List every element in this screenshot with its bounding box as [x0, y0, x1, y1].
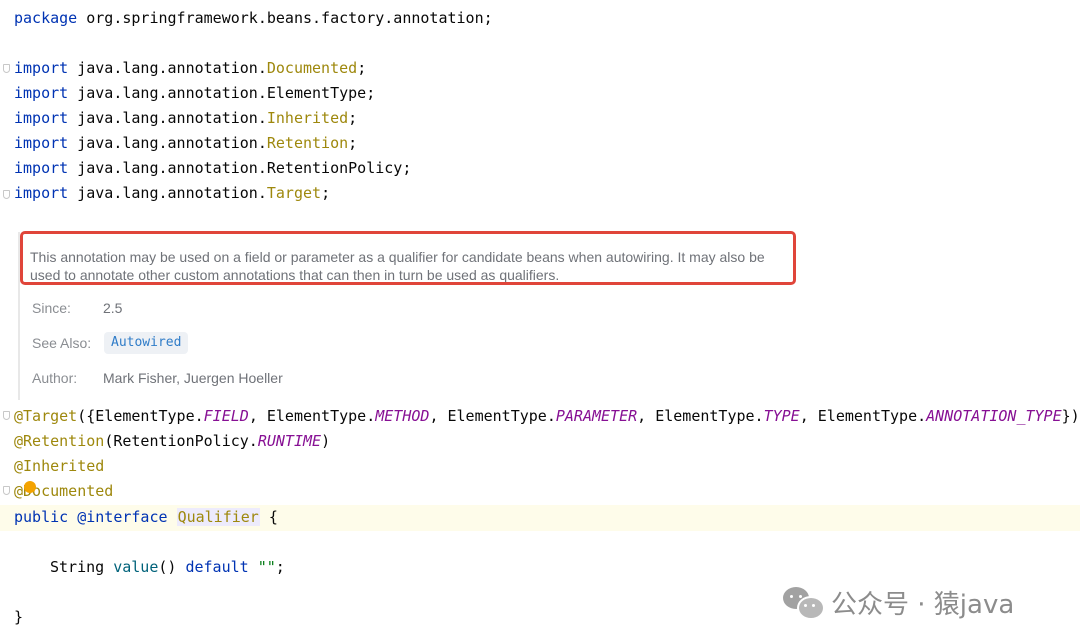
- import-class: Documented: [266, 59, 358, 77]
- import-semicolon: ;: [357, 59, 367, 77]
- fold-annotations-end-icon[interactable]: [3, 486, 10, 495]
- import-package: java.lang.annotation.: [68, 184, 267, 202]
- target-field: METHOD: [375, 407, 430, 425]
- watermark-text: 公众号 · 猿java: [831, 589, 1015, 620]
- method-return-type: String: [50, 558, 105, 576]
- default-value: "": [257, 558, 276, 576]
- target-field: ANNOTATION_TYPE: [926, 407, 1062, 425]
- target-field: PARAMETER: [555, 407, 638, 425]
- retention-annotation: @Retention: [14, 432, 105, 450]
- import-semicolon: ;: [348, 134, 358, 152]
- code-line-import[interactable]: import java.lang.annotation.Target;: [14, 181, 330, 206]
- retention-open: (RetentionPolicy.: [104, 432, 258, 450]
- method-parens: (): [158, 558, 177, 576]
- import-class: RetentionPolicy: [266, 159, 403, 177]
- target-open: ({: [77, 407, 96, 425]
- code-line-method[interactable]: String value() default "";: [50, 555, 285, 580]
- target-comma: ,: [429, 407, 448, 425]
- javadoc-rendered-block: This annotation may be used on a field o…: [14, 228, 1080, 400]
- fold-imports-icon[interactable]: [3, 64, 10, 73]
- method-name: value: [113, 558, 159, 576]
- import-semicolon: ;: [321, 184, 331, 202]
- import-package: java.lang.annotation.: [68, 134, 267, 152]
- import-semicolon: ;: [366, 84, 376, 102]
- import-keyword: import: [14, 109, 69, 127]
- import-class: Target: [266, 184, 322, 202]
- element-type-ref: ElementType.: [655, 407, 764, 425]
- code-line-import[interactable]: import java.lang.annotation.Inherited;: [14, 106, 357, 131]
- code-line-declaration[interactable]: public @interface Qualifier {: [14, 505, 278, 530]
- target-field-list: ElementType.FIELD, ElementType.METHOD, E…: [95, 407, 1061, 425]
- import-class: Retention: [266, 134, 349, 152]
- wechat-icon: [783, 585, 825, 620]
- import-keyword: import: [14, 184, 69, 202]
- since-value: 2.5: [103, 300, 123, 316]
- code-line-close[interactable]: }: [14, 605, 23, 630]
- import-package: java.lang.annotation.: [68, 84, 267, 102]
- interface-keyword: @interface: [77, 508, 168, 526]
- import-keyword: import: [14, 84, 69, 102]
- method-semicolon: ;: [275, 558, 285, 576]
- open-brace: {: [259, 508, 278, 526]
- retention-close: ): [321, 432, 331, 450]
- highlight-box: [20, 231, 796, 285]
- element-type-ref: ElementType.: [817, 407, 927, 425]
- autowired-link[interactable]: Autowired: [104, 332, 189, 354]
- target-field: TYPE: [763, 407, 800, 425]
- author-value: Mark Fisher, Juergen Hoeller: [103, 370, 283, 386]
- code-line-import[interactable]: import java.lang.annotation.RetentionPol…: [14, 156, 411, 181]
- target-comma: ,: [799, 407, 818, 425]
- package-name: org.springframework.beans.factory.annota…: [77, 9, 493, 27]
- target-close: }): [1061, 407, 1080, 425]
- inherited-annotation: @Inherited: [14, 457, 105, 475]
- import-package: java.lang.annotation.: [68, 109, 267, 127]
- element-type-ref: ElementType.: [95, 407, 204, 425]
- target-comma: ,: [637, 407, 656, 425]
- fold-imports-end-icon[interactable]: [3, 190, 10, 199]
- import-class: Inherited: [266, 109, 349, 127]
- code-line-package[interactable]: package org.springframework.beans.factor…: [14, 6, 493, 31]
- code-line-import[interactable]: import java.lang.annotation.ElementType;: [14, 81, 375, 106]
- class-name[interactable]: Qualifier: [176, 508, 260, 526]
- import-keyword: import: [14, 134, 69, 152]
- code-line-import[interactable]: import java.lang.annotation.Documented;: [14, 56, 366, 81]
- package-keyword: package: [14, 9, 78, 27]
- default-keyword: default: [185, 558, 249, 576]
- element-type-ref: ElementType.: [266, 407, 376, 425]
- import-keyword: import: [14, 59, 69, 77]
- element-type-ref: ElementType.: [447, 407, 556, 425]
- retention-value: RUNTIME: [257, 432, 322, 450]
- public-keyword: public: [14, 508, 69, 526]
- author-label: Author:: [32, 370, 78, 386]
- since-label: Since:: [32, 300, 71, 316]
- code-line-import[interactable]: import java.lang.annotation.Retention;: [14, 131, 357, 156]
- import-package: java.lang.annotation.: [68, 59, 267, 77]
- target-comma: ,: [248, 407, 267, 425]
- intention-bulb-icon[interactable]: [24, 481, 36, 493]
- see-also-label: See Also:: [32, 335, 92, 351]
- import-class: ElementType: [266, 84, 367, 102]
- close-brace: }: [14, 608, 24, 626]
- code-line-target[interactable]: @Target({ElementType.FIELD, ElementType.…: [14, 404, 1080, 429]
- watermark: 公众号 · 猿java: [783, 582, 1014, 622]
- import-semicolon: ;: [348, 109, 358, 127]
- target-field: FIELD: [203, 407, 249, 425]
- editor-gutter: [0, 0, 12, 644]
- code-line-retention[interactable]: @Retention(RetentionPolicy.RUNTIME): [14, 429, 330, 454]
- code-line-inherited[interactable]: @Inherited: [14, 454, 104, 479]
- fold-annotations-icon[interactable]: [3, 411, 10, 420]
- import-keyword: import: [14, 159, 69, 177]
- target-annotation: @Target: [14, 407, 78, 425]
- import-package: java.lang.annotation.: [68, 159, 267, 177]
- import-semicolon: ;: [402, 159, 412, 177]
